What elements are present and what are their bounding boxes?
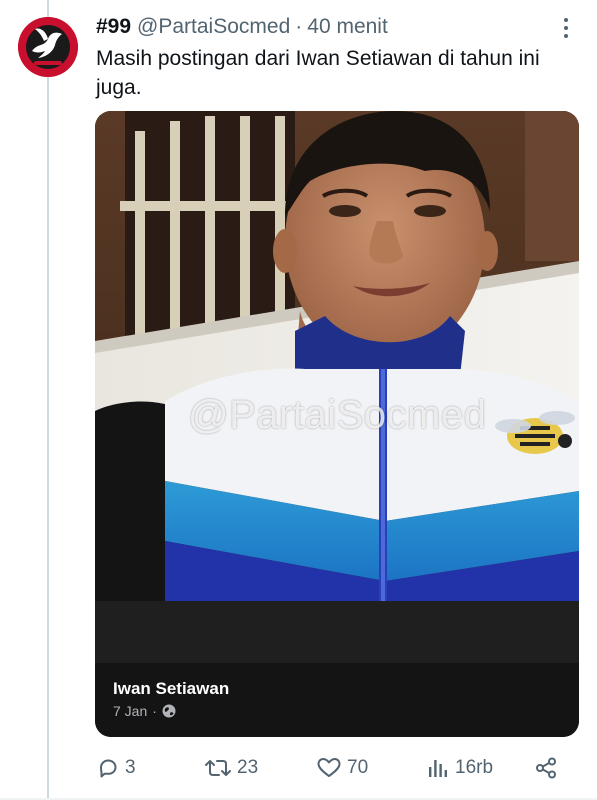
globe-icon (162, 704, 176, 718)
reply-button[interactable]: 3 (96, 752, 136, 784)
views-button[interactable]: 16rb (426, 752, 493, 784)
retweet-count: 23 (237, 757, 259, 778)
media-card[interactable]: @PartaiSocmed Iwan Setiawan 7 Jan · (95, 111, 579, 737)
watermark-text: @PartaiSocmed (188, 393, 487, 437)
more-options-icon[interactable] (555, 15, 577, 41)
tweet-text: Masih postingan dari Iwan Setiawan di ta… (96, 47, 540, 99)
retweet-button[interactable]: 23 (204, 752, 258, 784)
media-meta: 7 Jan · (113, 703, 176, 719)
reply-icon (100, 759, 117, 778)
media-separator: · (152, 703, 157, 719)
media-date: 7 Jan (113, 703, 148, 719)
media-profile-name: Iwan Setiawan (113, 679, 230, 698)
reply-count: 3 (125, 757, 136, 778)
photo-image (95, 111, 579, 601)
tweet-header: #99 @PartaiSocmed · 40 menit (96, 13, 577, 41)
views-chart-icon (429, 760, 447, 777)
separator-dot: · (295, 15, 303, 38)
heart-icon (317, 758, 341, 777)
views-count: 16rb (455, 757, 494, 778)
display-name[interactable]: #99 (96, 15, 131, 39)
share-button[interactable] (534, 752, 558, 784)
tweet-actions: 3 23 70 16rb (96, 752, 566, 784)
timestamp[interactable]: 40 menit (307, 15, 388, 39)
media-card-footer: Iwan Setiawan 7 Jan · (95, 663, 579, 737)
like-button[interactable]: 70 (316, 752, 368, 784)
like-count: 70 (347, 757, 369, 778)
avatar[interactable] (18, 17, 78, 77)
thread-line (47, 0, 49, 800)
dove-logo-icon (18, 17, 78, 77)
media-dark-band (95, 601, 579, 663)
share-icon (536, 757, 556, 779)
user-handle[interactable]: @PartaiSocmed (137, 15, 290, 39)
retweet-icon (205, 760, 231, 776)
